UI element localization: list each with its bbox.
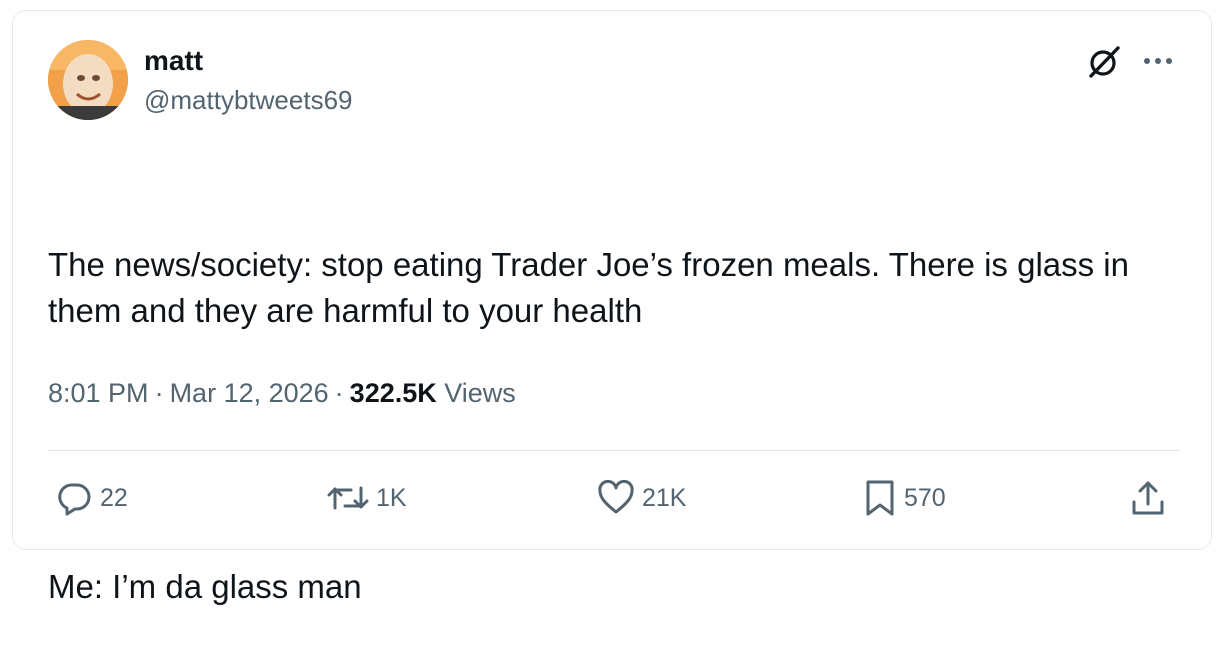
more-icon[interactable]	[1140, 50, 1176, 72]
grok-icon[interactable]	[1086, 44, 1122, 80]
tweet-text-line: The news/society: stop eating Trader Joe…	[48, 246, 1139, 329]
repost-button[interactable]: 1K	[326, 478, 407, 518]
heart-icon	[598, 479, 634, 514]
views-label: Views	[444, 378, 516, 408]
tweet-time[interactable]: 8:01 PM	[48, 378, 149, 408]
divider	[48, 450, 1180, 451]
display-name[interactable]: matt	[144, 45, 203, 77]
bookmark-button[interactable]: 570	[862, 478, 946, 518]
user-handle[interactable]: @mattybtweets69	[144, 85, 352, 115]
like-count: 21K	[642, 483, 687, 512]
repost-count: 1K	[376, 483, 407, 512]
reply-icon	[58, 483, 91, 516]
separator: ·	[334, 378, 344, 408]
tweet-date[interactable]: Mar 12, 2026	[170, 378, 329, 408]
bookmark-icon	[866, 480, 894, 516]
tweet-text-line: Me: I’m da glass man	[48, 568, 362, 605]
share-icon	[1132, 481, 1164, 515]
views-count: 322.5K	[349, 378, 437, 408]
like-button[interactable]: 21K	[596, 478, 686, 518]
reply-count: 22	[100, 483, 128, 512]
bookmark-count: 570	[904, 483, 946, 512]
avatar[interactable]	[48, 40, 128, 120]
repost-icon	[327, 486, 369, 510]
share-button[interactable]	[1128, 478, 1168, 518]
separator: ·	[154, 378, 164, 408]
tweet-meta: 8:01 PM · Mar 12, 2026 · 322.5K Views	[48, 376, 516, 410]
reply-button[interactable]: 22	[54, 478, 128, 518]
